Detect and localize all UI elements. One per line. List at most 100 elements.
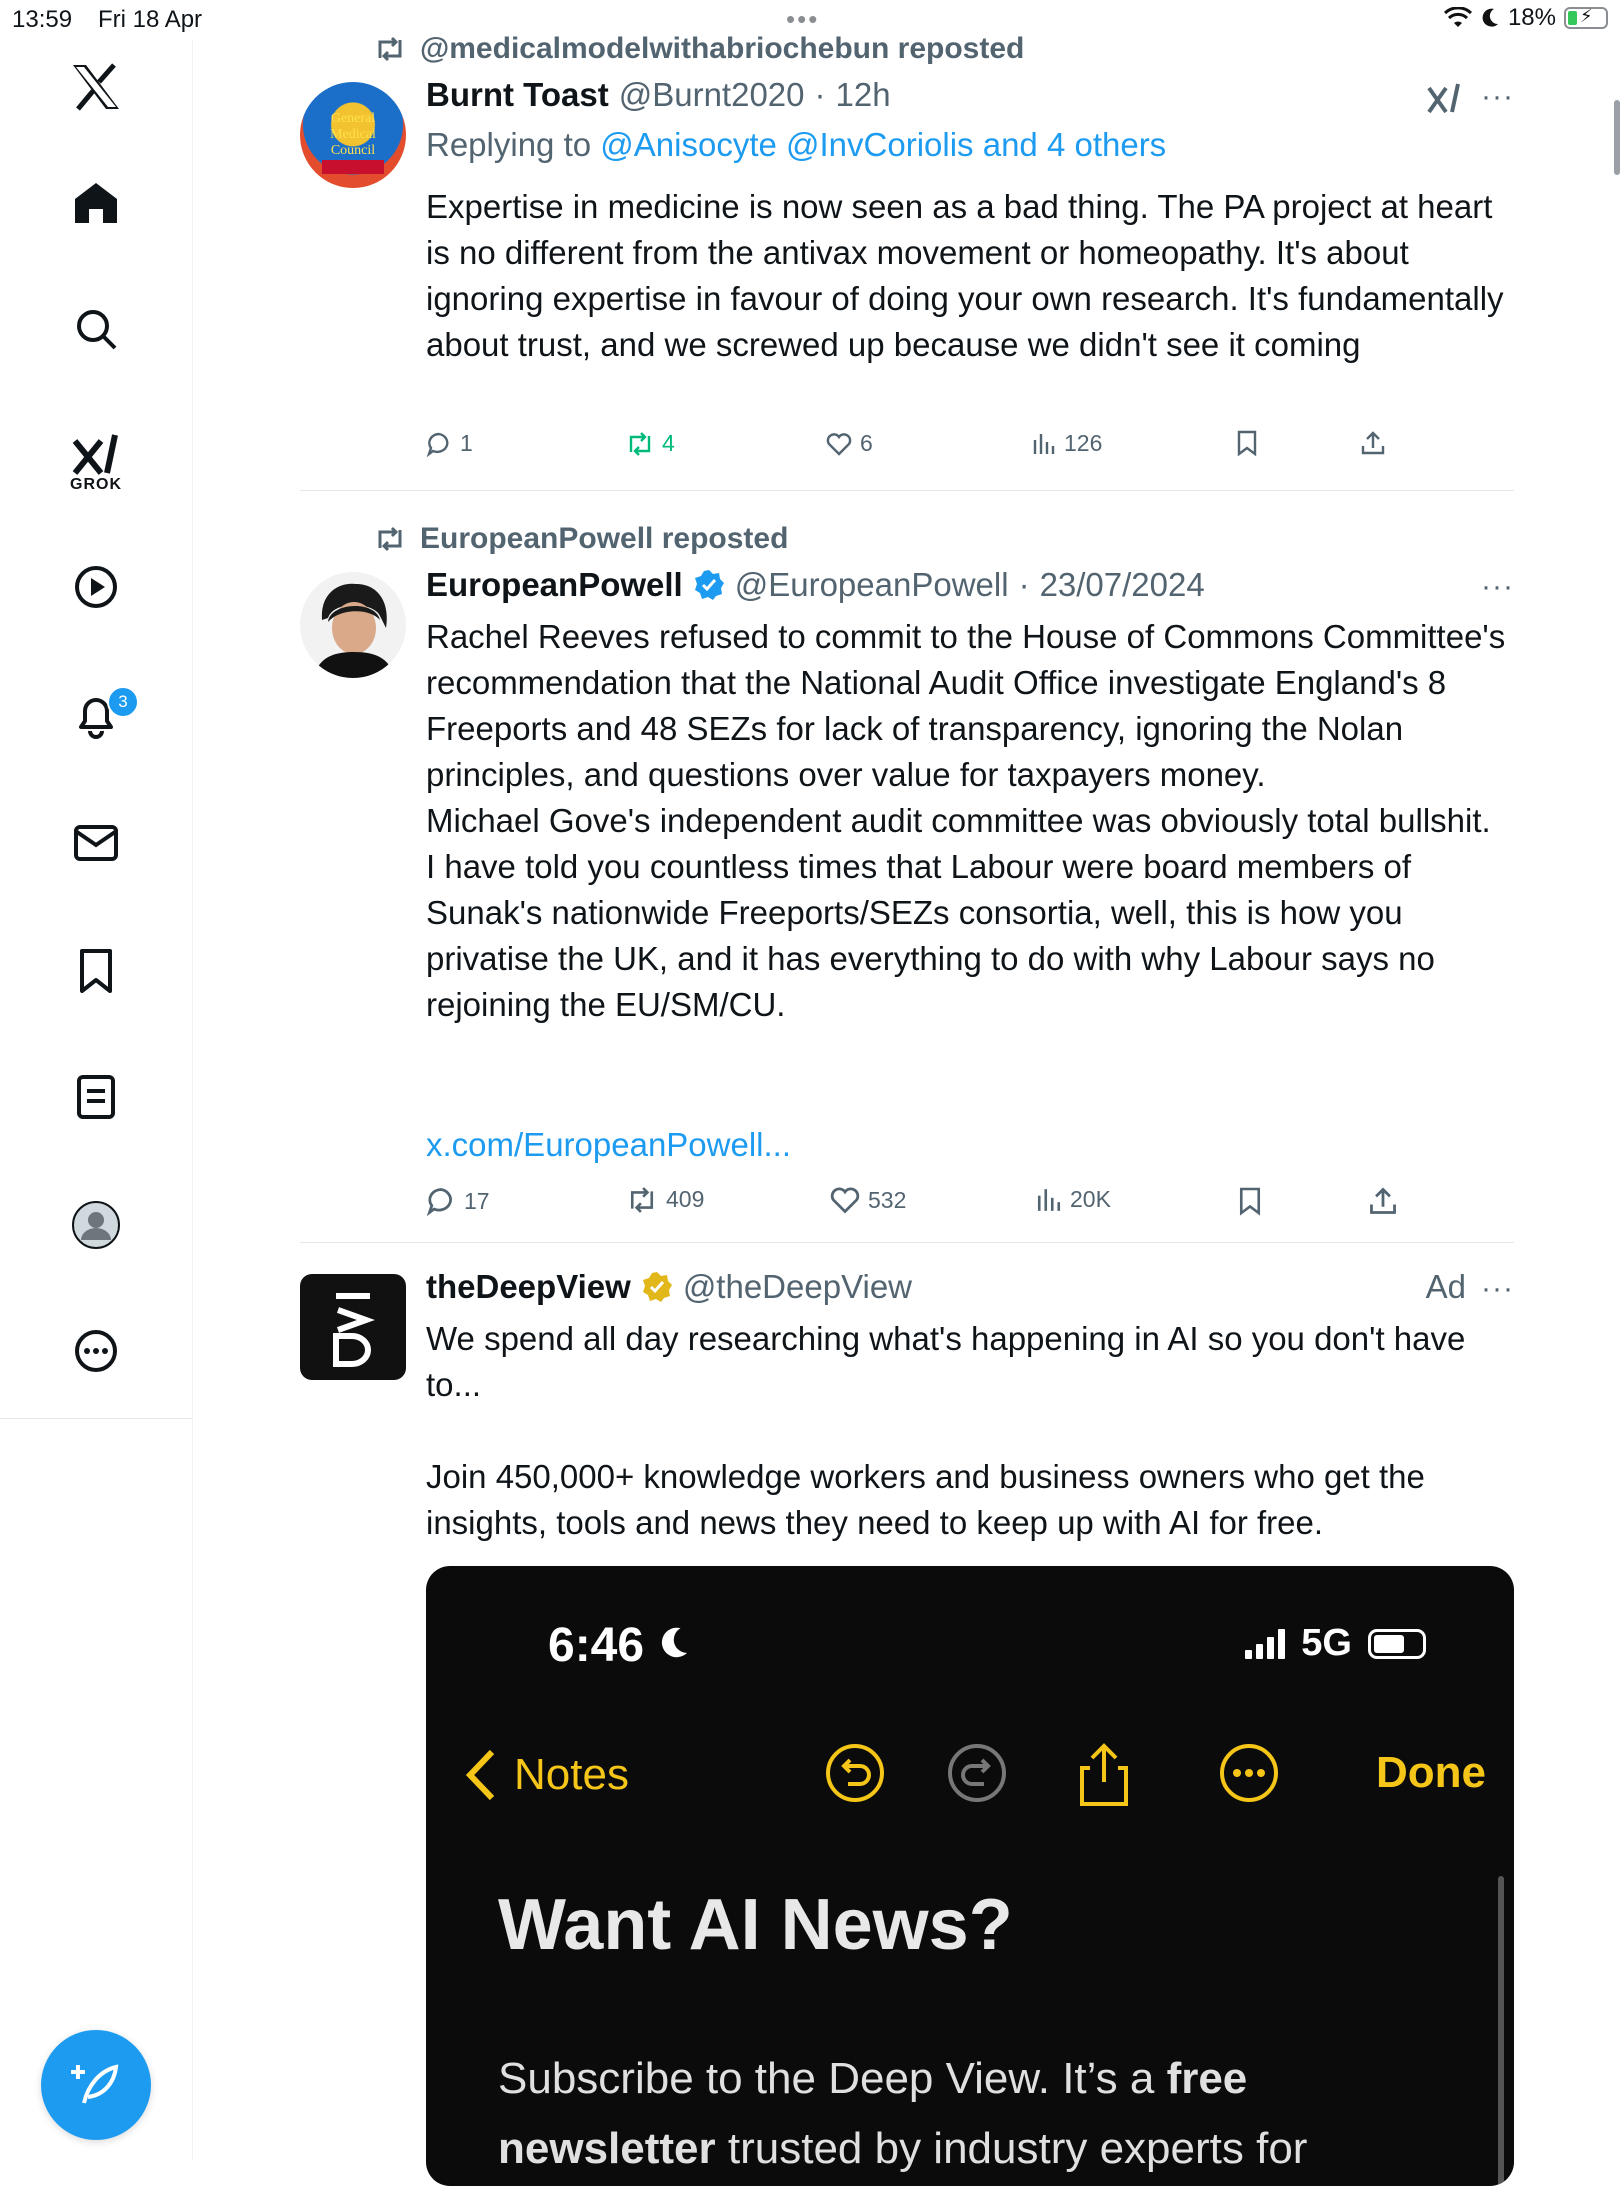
repost-by[interactable]: @medicalmodelwithabriochebun reposted: [420, 32, 1024, 66]
undo-icon: [826, 1744, 884, 1802]
handle[interactable]: @theDeepView: [683, 1268, 912, 1306]
post-header: Burnt Toast @Burnt2020 · 12h: [426, 76, 891, 114]
status-time: 13:59: [12, 6, 73, 33]
replying-to-links[interactable]: @Anisocyte @InvCoriolis and 4 others: [600, 126, 1166, 163]
ad-label: Ad: [1425, 1268, 1466, 1305]
media-phone-time: 6:46: [548, 1618, 691, 1673]
share-icon: [1370, 1187, 1396, 1214]
heart-icon: [826, 432, 852, 456]
reply-button[interactable]: 1: [426, 430, 473, 457]
post-text: Rachel Reeves refused to commit to the H…: [426, 618, 1506, 1023]
profile-avatar-icon[interactable]: [0, 1180, 192, 1270]
display-name[interactable]: theDeepView: [426, 1268, 631, 1306]
bookmark-icon: [1237, 430, 1257, 456]
handle[interactable]: @Burnt2020: [619, 76, 805, 114]
battery-icon: ⚡: [1564, 6, 1608, 29]
media-notes-toolbar: Notes Done: [446, 1738, 1496, 1818]
post-link[interactable]: x.com/EuropeanPowell...: [426, 1122, 1516, 1168]
views-button[interactable]: 20K: [1036, 1186, 1111, 1213]
status-right: 18% ⚡: [1443, 4, 1608, 32]
ad-media-image[interactable]: 6:46 5G Notes Done Want AI News? Subscri…: [426, 1566, 1514, 2186]
avatar[interactable]: General Medical Council: [300, 82, 406, 188]
grok-label: GROK: [70, 476, 122, 493]
bookmark-button[interactable]: [1238, 1186, 1262, 1216]
redo-icon: [948, 1744, 1006, 1802]
share-button[interactable]: [1368, 1186, 1398, 1216]
reply-icon: [426, 1188, 452, 1216]
like-button[interactable]: 6: [826, 430, 873, 457]
x-logo-icon[interactable]: [0, 42, 192, 132]
timestamp[interactable]: 12h: [836, 76, 891, 114]
lists-icon[interactable]: [0, 1052, 192, 1142]
multitasking-dots-icon[interactable]: •••: [786, 4, 819, 35]
media-done-label: Done: [1376, 1748, 1486, 1797]
reply-button[interactable]: 17: [426, 1186, 490, 1216]
post-more-icon[interactable]: ···: [1481, 80, 1514, 114]
repost-icon: [378, 36, 402, 62]
repost-button[interactable]: 4: [626, 430, 675, 457]
media-status-icons: 5G: [1245, 1622, 1426, 1665]
media-subtitle: Subscribe to the Deep View. It’s a free …: [498, 2054, 1308, 2173]
views-button[interactable]: 126: [1032, 430, 1102, 457]
notifications-bell-icon[interactable]: [0, 670, 192, 760]
search-icon[interactable]: [0, 284, 192, 374]
replying-to: Replying to @Anisocyte @InvCoriolis and …: [426, 126, 1167, 163]
share-icon: [1361, 431, 1385, 455]
avatar[interactable]: [300, 572, 406, 678]
messages-mail-icon[interactable]: [0, 798, 192, 888]
post-header: EuropeanPowell @EuropeanPowell · 23/07/2…: [426, 566, 1205, 604]
views-chart-icon: [1033, 433, 1055, 454]
home-icon[interactable]: [0, 158, 192, 248]
post-header: theDeepView @theDeepView: [426, 1268, 912, 1306]
battery-percent: 18%: [1507, 4, 1556, 31]
handle[interactable]: @EuropeanPowell: [735, 566, 1009, 604]
repost-by[interactable]: EuropeanPowell reposted: [420, 522, 788, 556]
bookmark-button[interactable]: [1236, 430, 1258, 456]
timestamp[interactable]: 23/07/2024: [1040, 566, 1205, 604]
notifications-badge: 3: [107, 686, 139, 718]
compose-post-button[interactable]: [41, 2030, 151, 2140]
bookmarks-icon[interactable]: [0, 926, 192, 1016]
avatar[interactable]: [300, 1274, 406, 1380]
repost-line: EuropeanPowell reposted: [374, 522, 788, 556]
media-title: Want AI News?: [498, 1885, 1013, 1965]
like-button[interactable]: 532: [830, 1186, 906, 1214]
repost-line: @medicalmodelwithabriochebun reposted: [374, 32, 1024, 66]
repost-icon: [630, 1186, 654, 1213]
video-play-icon[interactable]: [0, 542, 192, 632]
post-divider: [300, 1242, 1514, 1243]
share-icon: [1080, 1743, 1128, 1806]
display-name[interactable]: EuropeanPowell: [426, 566, 683, 604]
svg-text:Medical: Medical: [330, 127, 376, 142]
post-more-icon[interactable]: ···: [1481, 1272, 1514, 1306]
post-actions: 17 409 532 20K: [426, 1186, 1526, 1226]
post-divider: [300, 490, 1514, 491]
svg-text:Council: Council: [331, 143, 375, 158]
compose-feather-icon: [71, 2064, 119, 2104]
moon-icon: [662, 1627, 688, 1658]
post-more-icon[interactable]: ···: [1481, 570, 1514, 604]
grok-explain-icon[interactable]: [1426, 82, 1462, 116]
battery-icon: [1368, 1628, 1426, 1659]
svg-text:General: General: [331, 111, 375, 126]
reply-icon: [426, 432, 449, 457]
heart-icon: [830, 1187, 860, 1214]
display-name[interactable]: Burnt Toast: [426, 76, 609, 114]
post-actions: 1 4 6 126: [426, 430, 1526, 470]
verified-badge-icon: [694, 570, 724, 600]
notes-back: Notes: [466, 1748, 629, 1802]
page-scrollbar[interactable]: [1614, 100, 1620, 175]
status-date: Fri 18 Apr: [98, 6, 203, 33]
sidebar-nav: GROK 3: [0, 40, 193, 2160]
views-chart-icon: [1037, 1188, 1061, 1211]
repost-icon: [378, 526, 402, 552]
repost-icon: [629, 431, 651, 456]
sidebar-divider: [0, 1418, 192, 1419]
signal-icon: [1245, 1628, 1286, 1659]
repost-button[interactable]: 409: [626, 1186, 704, 1213]
gold-verified-badge-icon: [642, 1272, 672, 1302]
more-options-icon: [1220, 1744, 1278, 1802]
more-options-icon[interactable]: [0, 1306, 192, 1396]
share-button[interactable]: [1360, 430, 1386, 456]
chevron-left-icon: [466, 1749, 495, 1801]
